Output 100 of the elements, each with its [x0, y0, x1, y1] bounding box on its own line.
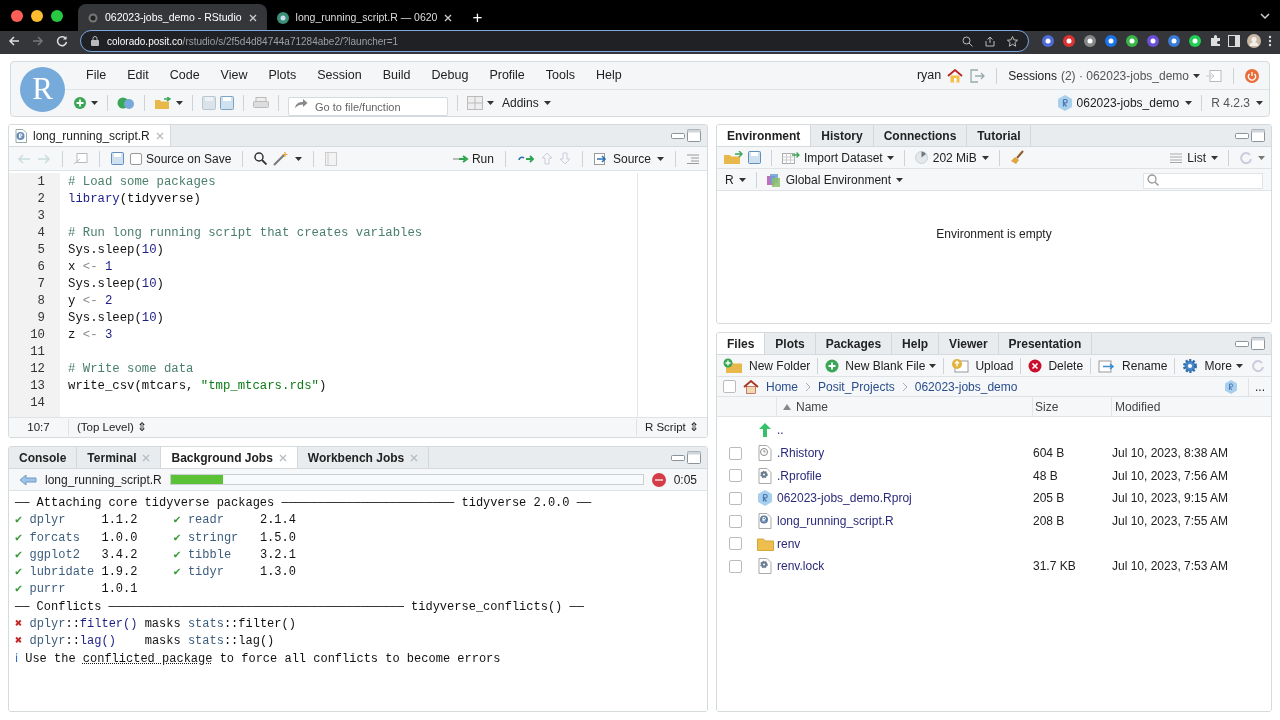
search-icon[interactable]	[254, 152, 268, 165]
scope-menu[interactable]: (Top Level) ⇕	[69, 418, 156, 437]
pane-tab[interactable]: Files	[717, 333, 766, 354]
window-zoom-button[interactable]	[51, 9, 63, 22]
file-link[interactable]: renv	[777, 536, 801, 551]
toolbar-button[interactable]: Rename	[1098, 356, 1168, 375]
share-icon[interactable]	[985, 35, 995, 47]
file-link[interactable]: .Rhistory	[777, 446, 825, 461]
home-icon[interactable]	[743, 379, 759, 394]
row-checkbox[interactable]	[728, 446, 742, 460]
r-version-menu[interactable]: R 4.2.3	[1211, 94, 1263, 113]
chevron-down-icon[interactable]	[1260, 12, 1270, 19]
sessions-menu[interactable]: Sessions (2) · 062023-jobs_demo	[1008, 66, 1200, 85]
source-on-save-checkbox[interactable]: Source on Save	[130, 149, 232, 168]
window-minimize-button[interactable]	[31, 9, 43, 22]
maximize-icon[interactable]	[1251, 129, 1265, 142]
more-options-button[interactable]: ...	[1248, 377, 1265, 396]
menu-item[interactable]: Tools	[545, 66, 575, 86]
menu-item[interactable]: File	[86, 66, 107, 86]
minimize-icon[interactable]	[671, 453, 685, 462]
new-project-icon[interactable]	[117, 96, 135, 111]
kebab-menu-icon[interactable]	[1268, 35, 1272, 47]
editor-tab[interactable]: long_running_script.R	[9, 125, 171, 146]
menu-item[interactable]: Edit	[127, 66, 149, 86]
addins-menu[interactable]: Addins	[502, 94, 551, 113]
save-all-icon[interactable]	[220, 96, 234, 111]
outline-icon[interactable]	[687, 153, 699, 164]
extension-icon[interactable]	[1188, 34, 1202, 48]
open-folder-icon[interactable]	[723, 150, 743, 165]
go-to-file-field[interactable]: Go to file/function	[288, 97, 448, 117]
star-icon[interactable]	[1007, 35, 1018, 47]
maximize-icon[interactable]	[687, 129, 701, 142]
sidebar-icon[interactable]	[1228, 35, 1240, 47]
menu-item[interactable]: Plots	[268, 66, 297, 86]
file-type-menu[interactable]: R Script ⇕	[635, 418, 707, 437]
close-icon[interactable]	[444, 13, 453, 22]
file-link[interactable]: ..	[777, 423, 784, 438]
menu-item[interactable]: Build	[382, 66, 411, 86]
view-mode-menu[interactable]: List	[1170, 148, 1218, 167]
run-button[interactable]: Run	[452, 149, 494, 168]
toolbar-button[interactable]: New Blank File	[825, 356, 937, 375]
breadcrumb-link[interactable]: Posit_Projects	[818, 377, 895, 396]
search-field[interactable]	[1143, 172, 1263, 189]
toolbar-button[interactable]: Upload	[951, 356, 1014, 375]
column-header[interactable]: Size	[1033, 397, 1112, 416]
window-close-button[interactable]	[11, 9, 23, 22]
extension-icon[interactable]	[1104, 34, 1118, 48]
browser-tab[interactable]: 062023-jobs_demo - RStudio	[78, 4, 267, 31]
new-tab-button[interactable]: +	[462, 4, 493, 31]
save-icon[interactable]	[748, 151, 761, 164]
save-icon[interactable]	[111, 152, 124, 165]
menu-item[interactable]: Debug	[431, 66, 469, 86]
row-checkbox[interactable]	[728, 537, 742, 551]
puzzle-icon[interactable]	[1209, 35, 1221, 47]
sign-out-icon[interactable]	[969, 68, 986, 83]
pane-layout-icon[interactable]	[467, 96, 483, 111]
maximize-icon[interactable]	[687, 451, 701, 464]
toolbar-button[interactable]: Delete	[1028, 356, 1084, 375]
project-icon[interactable]	[1224, 379, 1238, 394]
file-link[interactable]: renv.lock	[777, 559, 825, 574]
maximize-icon[interactable]	[1251, 337, 1265, 350]
breadcrumb-link[interactable]: 062023-jobs_demo	[914, 377, 1018, 396]
zoom-icon[interactable]	[962, 35, 973, 47]
column-header[interactable]: Name	[777, 397, 1033, 416]
row-checkbox[interactable]	[728, 491, 742, 505]
menu-item[interactable]: View	[220, 66, 248, 86]
row-checkbox[interactable]	[728, 469, 742, 483]
power-icon[interactable]	[1245, 68, 1259, 83]
extension-icon[interactable]	[1041, 34, 1055, 48]
broom-icon[interactable]	[1009, 150, 1024, 165]
address-bar[interactable]: colorado.posit.co/rstudio/s/2f5d4d84744a71284abe2/?launcher=1	[80, 30, 1029, 52]
column-header[interactable]: Modified	[1112, 397, 1271, 416]
memory-usage-menu[interactable]: 202 MiB	[914, 148, 989, 167]
source-button[interactable]: Source	[593, 149, 651, 168]
print-icon[interactable]	[253, 96, 269, 110]
stop-icon[interactable]	[651, 472, 666, 487]
save-icon[interactable]	[202, 96, 216, 111]
select-all-checkbox[interactable]	[723, 380, 736, 393]
environment-scope-menu[interactable]: Global Environment	[785, 170, 904, 189]
open-folder-icon[interactable]	[154, 96, 172, 110]
row-checkbox[interactable]	[728, 514, 742, 528]
extension-icon[interactable]	[1125, 34, 1139, 48]
home-icon[interactable]	[947, 68, 964, 83]
toolbar-button[interactable]: New Folder	[723, 356, 811, 375]
magic-wand-icon[interactable]	[273, 151, 290, 166]
menu-item[interactable]: Session	[317, 66, 362, 86]
file-link[interactable]: long_running_script.R	[777, 514, 894, 529]
breadcrumb-link[interactable]: Home	[766, 377, 798, 396]
minimize-icon[interactable]	[671, 131, 685, 140]
session-open-icon[interactable]	[1206, 69, 1222, 82]
minimize-icon[interactable]	[1235, 339, 1249, 348]
reload-icon[interactable]	[56, 35, 68, 47]
extension-icon[interactable]	[1146, 34, 1160, 48]
file-link[interactable]: 062023-jobs_demo.Rproj	[777, 491, 912, 506]
project-menu[interactable]: 062023-jobs_demo	[1076, 94, 1193, 113]
forward-icon[interactable]	[32, 35, 44, 47]
menu-item[interactable]: Code	[169, 66, 200, 86]
menu-item[interactable]: Profile	[489, 66, 525, 86]
toolbar-button[interactable]: More	[1182, 356, 1243, 375]
file-link[interactable]: .Rprofile	[777, 468, 822, 483]
